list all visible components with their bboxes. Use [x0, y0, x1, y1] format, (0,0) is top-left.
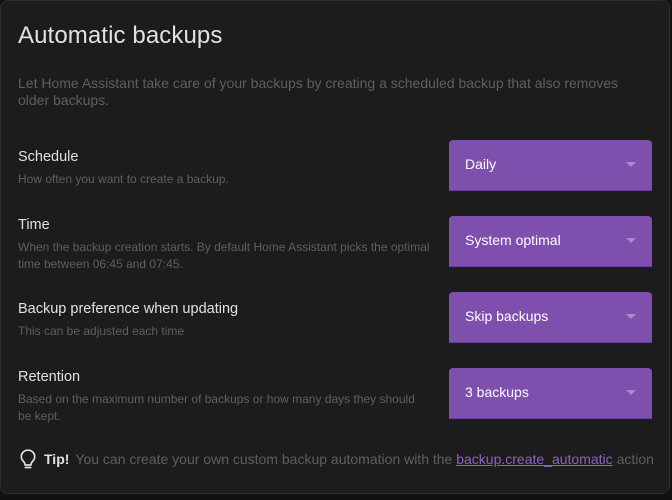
retention-label: Retention [18, 369, 81, 385]
schedule-setting: Schedule How often you want to create a … [18, 148, 430, 188]
retention-description: Based on the maximum number of backups o… [18, 392, 415, 423]
dropdown-arrow-icon [626, 390, 636, 395]
time-setting: Time When the backup creation starts. By… [18, 216, 430, 273]
time-select-value: System optimal [465, 232, 561, 248]
backup-preference-select[interactable]: Skip backups [449, 292, 652, 343]
card-title: Automatic backups [18, 22, 223, 49]
time-label: Time [18, 217, 50, 233]
retention-select[interactable]: 3 backups [449, 368, 652, 419]
dropdown-arrow-icon [626, 314, 636, 319]
lightbulb-icon [20, 449, 36, 469]
schedule-description: How often you want to create a backup. [18, 172, 229, 186]
backup-preference-description: This can be adjusted each time [18, 324, 185, 338]
dropdown-arrow-icon [626, 238, 636, 243]
schedule-select[interactable]: Daily [449, 140, 652, 191]
backup-preference-label: Backup preference when updating [18, 301, 239, 317]
retention-setting: Retention Based on the maximum number of… [18, 368, 430, 425]
card-intro: Let Home Assistant take care of your bac… [18, 75, 618, 108]
time-select[interactable]: System optimal [449, 216, 652, 267]
schedule-label: Schedule [18, 149, 79, 165]
tip-text: You can create your own custom backup au… [75, 451, 453, 467]
retention-select-value: 3 backups [465, 384, 529, 400]
dropdown-arrow-icon [626, 162, 636, 167]
tip-row: Tip! You can create your own custom back… [18, 448, 654, 470]
backup-create-automatic-link[interactable]: backup.create_automatic [456, 451, 612, 467]
time-description: When the backup creation starts. By defa… [18, 240, 430, 271]
tip-label: Tip! [44, 451, 70, 467]
schedule-select-value: Daily [465, 156, 497, 172]
backup-preference-select-value: Skip backups [465, 308, 549, 324]
backup-preference-setting: Backup preference when updating This can… [18, 300, 430, 340]
automatic-backups-card: Automatic backups Let Home Assistant tak… [0, 0, 670, 494]
tip-text-end: action [616, 451, 654, 467]
